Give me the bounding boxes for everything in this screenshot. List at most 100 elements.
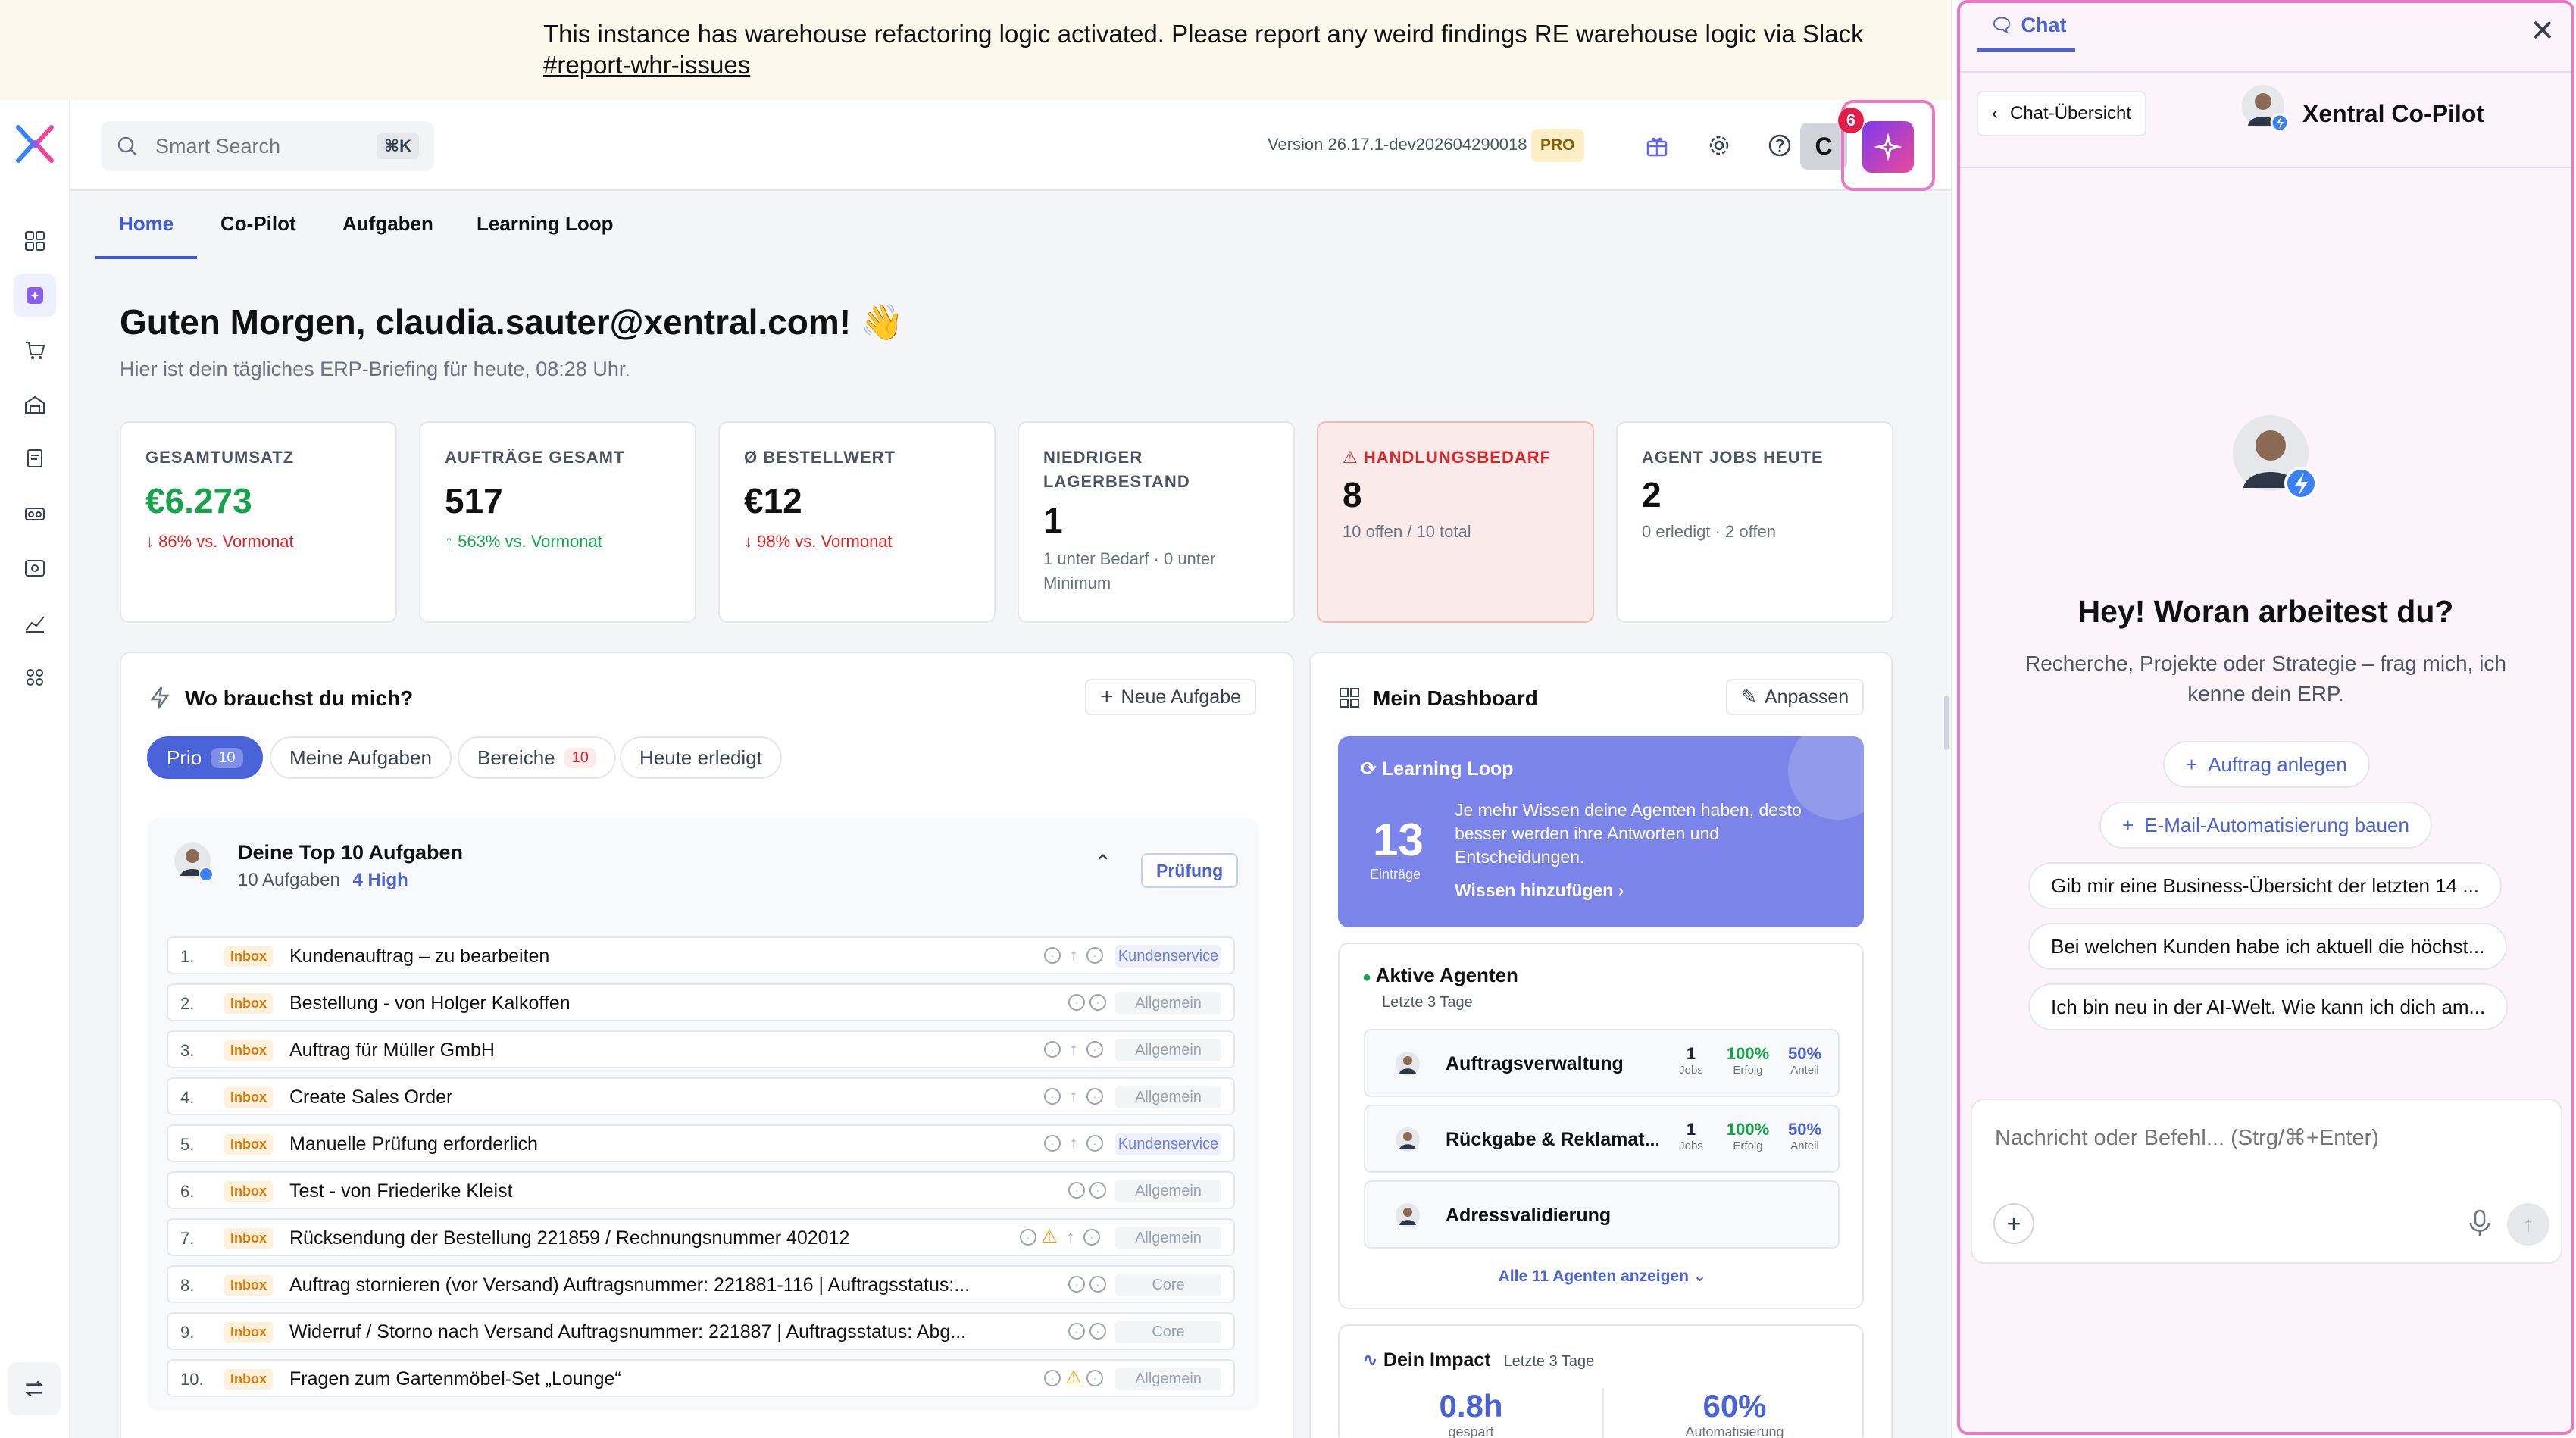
customize-button[interactable]: ✎ Anpassen bbox=[1726, 679, 1865, 715]
tab-home[interactable]: Home bbox=[119, 212, 174, 236]
review-button[interactable]: Prüfung bbox=[1141, 853, 1239, 888]
task-row[interactable]: 10. Inbox Fragen zum Gartenmöbel-Set „Lo… bbox=[167, 1359, 1235, 1397]
search-shortcut: ⌘K bbox=[376, 133, 419, 159]
chip-prio[interactable]: Prio 10 bbox=[147, 736, 263, 779]
agent-jobs: 1 bbox=[1686, 1120, 1696, 1139]
search-input[interactable] bbox=[155, 134, 360, 158]
agent-row[interactable]: Adressvalidierung bbox=[1364, 1180, 1840, 1249]
agent-success: 100% bbox=[1726, 1120, 1770, 1139]
suggestion-ai-beginner[interactable]: Ich bin neu in der AI-Welt. Wie kann ich… bbox=[2028, 983, 2509, 1030]
agents-subtitle: Letzte 3 Tage bbox=[1382, 994, 1473, 1011]
clock-icon: · bbox=[1086, 1370, 1103, 1386]
agent-share-label: Anteil bbox=[1790, 1064, 1819, 1077]
switch-arrows-icon[interactable] bbox=[8, 1362, 61, 1415]
arrow-up-icon: ↑ bbox=[1069, 1133, 1078, 1152]
tab-copilot[interactable]: Co-Pilot bbox=[220, 212, 296, 236]
show-all-agents-link[interactable]: Alle 11 Agenten anzeigen ⌄ bbox=[1340, 1267, 1865, 1286]
task-row[interactable]: 3. Inbox Auftrag für Müller GmbH · ↑ · All… bbox=[167, 1030, 1235, 1068]
send-arrow-icon[interactable]: ↑ bbox=[2507, 1203, 2549, 1246]
kpi-card-low-stock[interactable]: NIEDRIGER LAGERBESTAND 1 1 unter Bedarf … bbox=[1018, 421, 1295, 623]
task-row[interactable]: 8. Inbox Auftrag stornieren (vor Versand… bbox=[167, 1265, 1235, 1303]
smart-search[interactable]: ⌘K bbox=[101, 121, 434, 171]
banner-slack-link[interactable]: #report-whr-issues bbox=[543, 51, 750, 79]
attach-plus-icon[interactable]: + bbox=[1993, 1203, 2034, 1244]
row-number: 9. bbox=[180, 1323, 195, 1342]
tab-learning-loop[interactable]: Learning Loop bbox=[477, 212, 614, 236]
inbox-tag: Inbox bbox=[224, 946, 273, 967]
kpi-delta: ↑ 563% vs. Vormonat bbox=[445, 532, 602, 551]
neutral-face-icon: · bbox=[1020, 1229, 1036, 1246]
help-icon[interactable] bbox=[1765, 130, 1795, 161]
task-title: Bestellung - von Holger Kalkoffen bbox=[289, 993, 571, 1014]
kpi-card-orders[interactable]: AUFTRÄGE GESAMT 517 ↑ 563% vs. Vormonat bbox=[419, 421, 696, 623]
suggestion-business-overview[interactable]: Gib mir eine Business-Übersicht der letz… bbox=[2028, 862, 2503, 909]
chip-done-today[interactable]: Heute erledigt bbox=[620, 736, 782, 779]
suggestion-create-order[interactable]: + Auftrag anlegen bbox=[2163, 741, 2370, 788]
plus-icon: + bbox=[2186, 752, 2198, 776]
nav-dashboard-icon[interactable] bbox=[14, 220, 56, 262]
chat-subheading: Recherche, Projekte oder Strategie – fra… bbox=[2025, 652, 2506, 705]
new-task-button[interactable]: + Neue Aufgabe bbox=[1085, 679, 1257, 715]
chat-panel: 🗨 Chat ✕ ‹ Chat-Übersicht Xentral Co-Pil… bbox=[1951, 0, 2576, 1438]
nav-copilot-icon[interactable] bbox=[14, 274, 56, 317]
gear-icon[interactable] bbox=[1704, 130, 1734, 161]
task-row[interactable]: 9. Inbox Widerruf / Storno nach Versand … bbox=[167, 1312, 1235, 1350]
show-all-agents-label: Alle 11 Agenten anzeigen bbox=[1498, 1268, 1689, 1285]
chip-my-tasks[interactable]: Meine Aufgaben bbox=[270, 736, 452, 779]
suggestion-label: Gib mir eine Business-Übersicht der letz… bbox=[2051, 874, 2480, 897]
nav-finance-icon[interactable] bbox=[14, 547, 56, 589]
category-tag: Allgemein bbox=[1115, 1180, 1221, 1202]
chevron-up-icon[interactable]: ⌃ bbox=[1094, 850, 1111, 875]
task-row[interactable]: 1. Inbox Kundenauftrag – zu bearbeiten ·… bbox=[167, 936, 1235, 974]
nav-receipt-icon[interactable] bbox=[14, 438, 56, 480]
copilot-button[interactable] bbox=[1862, 121, 1914, 173]
kpi-card-revenue[interactable]: GESAMTUMSATZ €6.273 ↓ 86% vs. Vormonat bbox=[120, 421, 397, 623]
agent-row[interactable]: Auftragsverwaltung 1 Jobs 100% Erfolg 50% A… bbox=[1364, 1029, 1840, 1097]
chat-overview-button[interactable]: ‹ Chat-Übersicht bbox=[1977, 91, 2147, 136]
row-number: 7. bbox=[180, 1229, 195, 1248]
chat-title: Xentral Co-Pilot bbox=[2302, 100, 2485, 127]
top10-count: 10 Aufgaben bbox=[238, 870, 340, 890]
panel-resize-handle[interactable] bbox=[1944, 696, 1949, 750]
arrow-up-icon: ↑ bbox=[1069, 946, 1078, 964]
grid-icon bbox=[1340, 688, 1359, 708]
nav-shipping-icon[interactable] bbox=[14, 492, 56, 535]
add-knowledge-link[interactable]: Wissen hinzufügen › bbox=[1455, 880, 1624, 901]
kpi-card-agent-jobs[interactable]: AGENT JOBS HEUTE 2 0 erledigt · 2 offen bbox=[1616, 421, 1893, 623]
nav-analytics-icon[interactable] bbox=[14, 602, 56, 644]
suggestion-email-automation[interactable]: + E-Mail-Automatisierung bauen bbox=[2099, 802, 2432, 849]
kpi-value: 1 bbox=[1043, 501, 1063, 540]
task-title: Auftrag stornieren (vor Versand) Auftrag… bbox=[289, 1274, 971, 1296]
chat-input[interactable] bbox=[1995, 1124, 2525, 1170]
arrow-up-icon: ↑ bbox=[1069, 1086, 1078, 1105]
chip-areas[interactable]: Bereiche 10 bbox=[458, 736, 616, 779]
neutral-face-icon: · bbox=[1044, 1088, 1061, 1105]
task-row[interactable]: 6. Inbox Test - von Friederike Kleist · ·… bbox=[167, 1171, 1235, 1209]
user-avatar[interactable]: C bbox=[1800, 123, 1847, 170]
chat-panel-frame: 🗨 Chat ✕ ‹ Chat-Übersicht Xentral Co-Pil… bbox=[1957, 0, 2574, 1435]
microphone-icon[interactable] bbox=[2465, 1208, 2495, 1238]
greeting-subtitle: Hier ist dein tägliches ERP-Briefing für… bbox=[120, 358, 630, 380]
customize-label: Anpassen bbox=[1764, 686, 1849, 708]
category-tag: Core bbox=[1115, 1274, 1221, 1296]
suggestion-top-customers[interactable]: Bei welchen Kunden habe ich aktuell die … bbox=[2028, 923, 2508, 970]
nav-warehouse-icon[interactable] bbox=[14, 383, 56, 426]
task-row[interactable]: 5. Inbox Manuelle Prüfung erforderlich ·… bbox=[167, 1124, 1235, 1162]
main-tabs: Home Co-Pilot Aufgaben Learning Loop bbox=[70, 191, 1951, 259]
tab-aufgaben[interactable]: Aufgaben bbox=[342, 212, 433, 236]
impact-automation: 60% bbox=[1702, 1388, 1767, 1424]
chat-tab[interactable]: 🗨 Chat bbox=[1990, 14, 2066, 37]
nav-apps-icon[interactable] bbox=[14, 656, 56, 699]
nav-cart-icon[interactable] bbox=[14, 329, 56, 371]
task-row[interactable]: 2. Inbox Bestellung - von Holger Kalkoff… bbox=[167, 983, 1235, 1021]
task-row[interactable]: 4. Inbox Create Sales Order · ↑ · Allgemei… bbox=[167, 1077, 1235, 1115]
learning-loop-card[interactable]: ⟳ Learning Loop 13 Einträge Je mehr Wiss… bbox=[1338, 736, 1864, 927]
inbox-tag: Inbox bbox=[224, 1134, 273, 1155]
gift-icon[interactable] bbox=[1642, 130, 1672, 161]
xentral-logo[interactable] bbox=[11, 120, 59, 168]
close-icon[interactable]: ✕ bbox=[2530, 14, 2556, 48]
kpi-card-action-needed[interactable]: ⚠ HANDLUNGSBEDARF 8 10 offen / 10 total bbox=[1317, 421, 1594, 623]
kpi-card-avg-order[interactable]: Ø BESTELLWERT €12 ↓ 98% vs. Vormonat bbox=[718, 421, 996, 623]
agent-row[interactable]: Rückgabe & Reklamat... 1 Jobs 100% Erfolg … bbox=[1364, 1105, 1840, 1173]
task-row[interactable]: 7. Inbox Rücksendung der Bestellung 2218… bbox=[167, 1218, 1235, 1256]
